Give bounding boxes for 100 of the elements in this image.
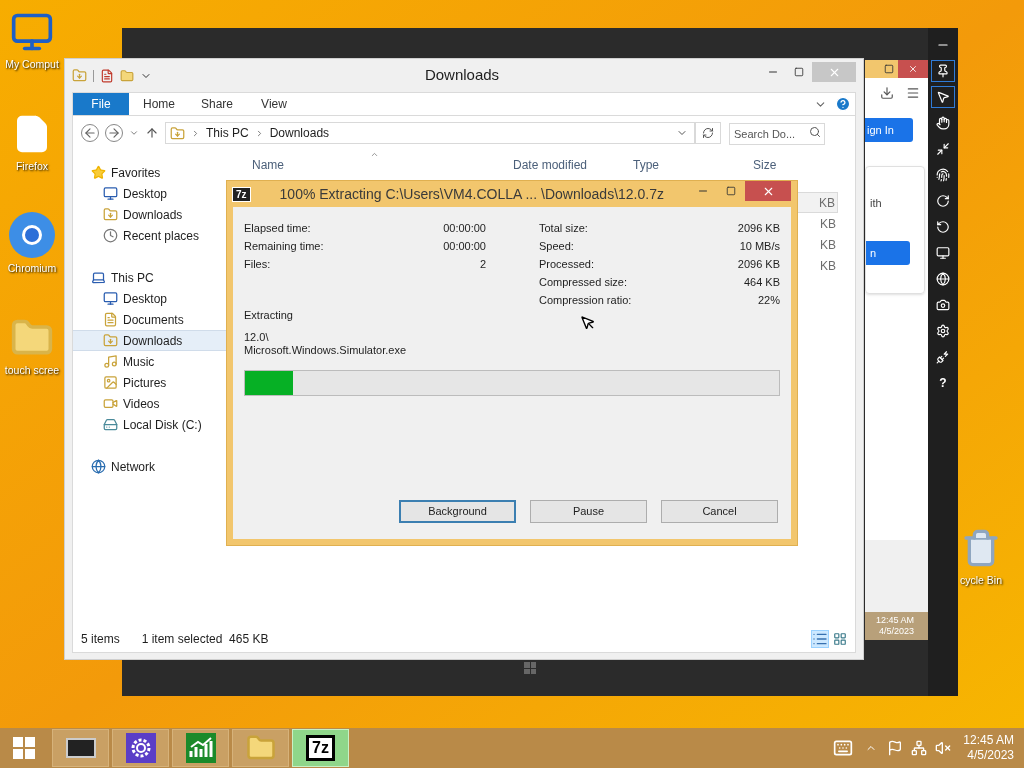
nav-item[interactable]: Downloads (73, 330, 228, 351)
nav-item[interactable]: Documents (73, 309, 228, 330)
monitor-icon[interactable] (936, 246, 950, 260)
download-icon[interactable] (880, 86, 894, 100)
column-header[interactable]: Type (629, 156, 749, 174)
nav-item[interactable]: Desktop (73, 288, 228, 309)
dialog-button[interactable]: Pause (530, 499, 647, 523)
current-path: 12.0\ (244, 330, 270, 344)
taskbar-button[interactable] (172, 729, 229, 767)
monitor-icon (103, 291, 118, 306)
nav-item[interactable]: Local Disk (C:) (73, 414, 228, 435)
taskbar-button[interactable] (112, 729, 169, 767)
nav-item[interactable]: Network (73, 456, 228, 477)
nav-item[interactable]: Pictures (73, 372, 228, 393)
chromium-icon (9, 212, 55, 258)
nav-item[interactable]: Desktop (73, 183, 228, 204)
rotate-counterclockwise-icon[interactable] (936, 220, 950, 234)
stat-value: 22% (757, 292, 780, 308)
restore-icon[interactable] (884, 64, 894, 74)
chart-icon (185, 733, 216, 763)
stat-label: Processed: (539, 256, 595, 272)
status-label: Extracting (244, 308, 293, 323)
column-header[interactable]: Date modified (509, 156, 629, 174)
details-view-icon[interactable] (811, 630, 829, 648)
gear-icon (125, 733, 156, 763)
folder-icon (103, 333, 118, 348)
taskbar-button[interactable] (52, 729, 109, 767)
stat-label: Remaining time: (244, 238, 324, 254)
selection-info: 1 item selected 465 KB (141, 631, 269, 648)
breadcrumb-item[interactable]: Downloads (269, 124, 330, 142)
camera-icon[interactable] (936, 298, 950, 312)
pointer-button[interactable] (931, 86, 955, 108)
close-icon[interactable] (908, 64, 918, 74)
fingerprint-icon[interactable] (936, 168, 950, 182)
search-field[interactable]: Search Do... (729, 123, 825, 145)
stat-label: Compression ratio: (539, 292, 632, 308)
column-header[interactable]: Size (749, 156, 829, 174)
nav-item[interactable]: Downloads (73, 204, 228, 225)
stat-label: Files: (244, 256, 271, 272)
help-icon[interactable] (835, 96, 851, 112)
nav-item[interactable]: Music (73, 351, 228, 372)
plug-icon[interactable] (936, 350, 950, 364)
stat-value: 00:00:00 (443, 220, 486, 236)
address-bar[interactable]: This PC Downloads (165, 122, 695, 144)
refresh-button[interactable] (695, 122, 721, 144)
item-count: 5 items (81, 631, 120, 648)
nav-item[interactable]: Favorites (73, 162, 228, 183)
dialog-button[interactable]: Cancel (661, 499, 778, 523)
taskbar-button[interactable]: 7z (292, 729, 349, 767)
ribbon-tab[interactable]: View (245, 93, 303, 115)
help-button[interactable]: ? (931, 372, 955, 394)
document-icon (103, 312, 118, 327)
pin-icon[interactable] (936, 64, 950, 78)
ribbon-tab[interactable]: File (73, 93, 129, 115)
stat-label: Elapsed time: (244, 220, 311, 236)
card-button[interactable]: n (866, 241, 910, 266)
sign-in-button[interactable]: ign In (865, 118, 913, 142)
up-icon[interactable] (145, 126, 159, 140)
clock-date: 4/5/2023 (878, 626, 914, 637)
ribbon-tab[interactable]: Home (129, 93, 187, 115)
stat-value: 2096 KB (737, 256, 780, 272)
folder-icon (170, 125, 185, 141)
refresh-icon[interactable] (702, 127, 714, 139)
hand-icon[interactable] (936, 116, 950, 130)
pinch-icon[interactable] (936, 142, 950, 156)
clock-date: 4/5/2023 (967, 748, 1014, 763)
maximize-icon[interactable] (794, 67, 804, 77)
stat-label: Total size: (539, 220, 588, 236)
pin-button[interactable] (931, 60, 955, 82)
folder-icon (72, 68, 87, 83)
settings-icon[interactable] (936, 324, 950, 338)
breadcrumb-item[interactable]: This PC (206, 124, 249, 142)
rotate-clockwise-icon[interactable] (936, 194, 950, 208)
properties-icon[interactable] (100, 68, 114, 83)
windows-logo-icon (524, 662, 536, 674)
thumbnails-view-icon[interactable] (833, 632, 847, 646)
maximize-icon[interactable] (726, 186, 736, 196)
dialog-title: 100% Extracting C:\Users\VM4.COLLA ... \Downloads\12.0.7z (279, 184, 664, 204)
ribbon-tab[interactable]: Share (187, 93, 245, 115)
stat-value: 10 MB/s (739, 238, 780, 254)
menu-icon[interactable] (906, 86, 920, 100)
nav-item[interactable]: Videos (73, 393, 228, 414)
network-icon[interactable] (911, 740, 928, 756)
monitor-icon (103, 186, 118, 201)
recent-locations-icon[interactable] (129, 128, 139, 138)
flag-icon[interactable] (887, 740, 904, 756)
globe-icon[interactable] (936, 272, 950, 286)
size-cell-text: KB (819, 194, 835, 212)
muted-speaker-icon[interactable] (935, 740, 952, 756)
nav-item[interactable]: This PC (73, 267, 228, 288)
dialog-button[interactable]: Background (399, 499, 516, 523)
column-header[interactable]: Name (248, 156, 509, 174)
stat-label: Speed: (539, 238, 574, 254)
pointer-icon[interactable] (936, 90, 950, 104)
clock-time: 12:45 AM (875, 615, 914, 626)
nav-item[interactable]: Recent places (73, 225, 228, 246)
search-icon[interactable] (809, 126, 821, 138)
clock-icon (103, 228, 118, 243)
picture-icon (103, 375, 118, 390)
drive-icon (103, 417, 118, 432)
